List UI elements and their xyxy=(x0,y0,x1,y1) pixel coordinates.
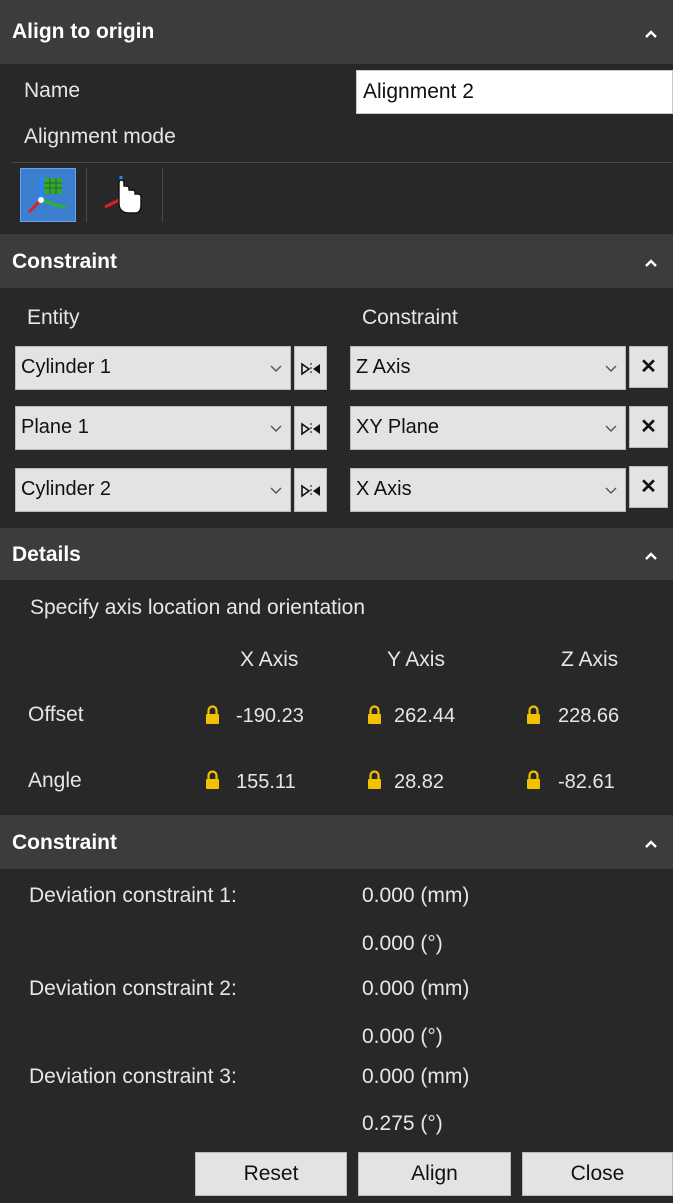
angle-y-value[interactable]: 28.82 xyxy=(394,771,444,794)
delete-constraint-button[interactable]: ✕ xyxy=(629,406,668,448)
constraint-select[interactable]: XY Plane xyxy=(350,406,626,450)
align-to-origin-header[interactable]: Align to origin xyxy=(0,0,673,64)
flip-icon xyxy=(301,362,320,376)
deviation-mm-value: 0.000 (mm) xyxy=(362,977,470,1000)
constraint-section-title: Constraint xyxy=(12,250,117,273)
flip-icon xyxy=(301,484,320,498)
axis-alignment-mode-button[interactable] xyxy=(20,168,76,222)
deviation-constraint-label: Deviation constraint 3: xyxy=(29,1065,237,1088)
entity-select-value: Cylinder 2 xyxy=(21,478,112,500)
deviation-section-title: Constraint xyxy=(12,831,117,854)
constraint-section-header[interactable]: Constraint xyxy=(0,234,673,288)
deviation-section-header[interactable]: Constraint xyxy=(0,815,673,869)
deviation-deg-value: 0.275 (°) xyxy=(362,1112,443,1135)
deviation-deg-value: 0.000 (°) xyxy=(362,932,443,955)
deviation-constraint-label: Deviation constraint 1: xyxy=(29,884,237,907)
lock-icon[interactable] xyxy=(526,770,541,790)
entity-select-value: Cylinder 1 xyxy=(21,356,112,378)
angle-z-value[interactable]: -82.61 xyxy=(558,771,615,794)
lock-icon[interactable] xyxy=(205,705,220,725)
name-input-value: Alignment 2 xyxy=(363,80,474,103)
chevron-up-icon[interactable] xyxy=(643,550,659,562)
chevron-up-icon[interactable] xyxy=(643,838,659,850)
entity-select[interactable]: Cylinder 2 xyxy=(15,468,291,512)
offset-x-value[interactable]: -190.23 xyxy=(236,705,304,728)
chevron-down-icon xyxy=(270,365,282,372)
constraint-select-value: XY Plane xyxy=(356,416,440,438)
name-input[interactable]: Alignment 2 xyxy=(356,70,673,114)
z-axis-column-header: Z Axis xyxy=(561,648,619,671)
divider xyxy=(86,168,87,222)
divider xyxy=(162,168,163,222)
entity-select-value: Plane 1 xyxy=(21,416,89,438)
flip-icon xyxy=(301,422,320,436)
x-axis-column-header: X Axis xyxy=(240,648,299,671)
entity-select[interactable]: Plane 1 xyxy=(15,406,291,450)
name-label: Name xyxy=(24,79,81,102)
flip-direction-button[interactable] xyxy=(294,468,327,512)
axis-alignment-icon xyxy=(27,177,67,214)
align-button[interactable]: Align xyxy=(358,1152,511,1196)
constraint-select-value: Z Axis xyxy=(356,356,411,378)
constraint-select[interactable]: X Axis xyxy=(350,468,626,512)
offset-y-value[interactable]: 262.44 xyxy=(394,705,455,728)
offset-label: Offset xyxy=(28,703,84,726)
alignment-mode-label: Alignment mode xyxy=(24,125,176,148)
panel-title: Align to origin xyxy=(12,20,155,43)
constraint-select[interactable]: Z Axis xyxy=(350,346,626,390)
lock-icon[interactable] xyxy=(205,770,220,790)
chevron-down-icon xyxy=(605,487,617,494)
y-axis-column-header: Y Axis xyxy=(387,648,445,671)
deviation-constraint-label: Deviation constraint 2: xyxy=(29,977,237,1000)
details-section-title: Details xyxy=(12,543,81,566)
chevron-down-icon xyxy=(605,365,617,372)
deviation-mm-value: 0.000 (mm) xyxy=(362,884,470,907)
deviation-mm-value: 0.000 (mm) xyxy=(362,1065,470,1088)
details-description: Specify axis location and orientation xyxy=(30,596,366,619)
offset-z-value[interactable]: 228.66 xyxy=(558,705,619,728)
manual-pick-icon xyxy=(104,176,142,214)
reset-button[interactable]: Reset xyxy=(195,1152,347,1196)
delete-constraint-button[interactable]: ✕ xyxy=(629,346,668,388)
chevron-up-icon[interactable] xyxy=(643,28,659,40)
angle-label: Angle xyxy=(28,769,82,792)
lock-icon[interactable] xyxy=(526,705,541,725)
constraint-select-value: X Axis xyxy=(356,478,412,500)
delete-constraint-button[interactable]: ✕ xyxy=(629,466,668,508)
chevron-down-icon xyxy=(605,425,617,432)
chevron-down-icon xyxy=(270,487,282,494)
entity-select[interactable]: Cylinder 1 xyxy=(15,346,291,390)
deviation-deg-value: 0.000 (°) xyxy=(362,1025,443,1048)
align-to-origin-panel: Align to origin Name Alignment 2 Alignme… xyxy=(0,0,673,1203)
lock-icon[interactable] xyxy=(367,705,382,725)
angle-x-value[interactable]: 155.11 xyxy=(236,771,296,794)
constraint-column-header: Constraint xyxy=(362,306,458,329)
close-button[interactable]: Close xyxy=(522,1152,673,1196)
entity-column-header: Entity xyxy=(27,306,80,329)
manual-pick-mode-button[interactable] xyxy=(93,168,155,222)
flip-direction-button[interactable] xyxy=(294,346,327,390)
details-section-header[interactable]: Details xyxy=(0,528,673,580)
flip-direction-button[interactable] xyxy=(294,406,327,450)
lock-icon[interactable] xyxy=(367,770,382,790)
divider xyxy=(12,162,673,163)
chevron-down-icon xyxy=(270,425,282,432)
chevron-up-icon[interactable] xyxy=(643,257,659,269)
